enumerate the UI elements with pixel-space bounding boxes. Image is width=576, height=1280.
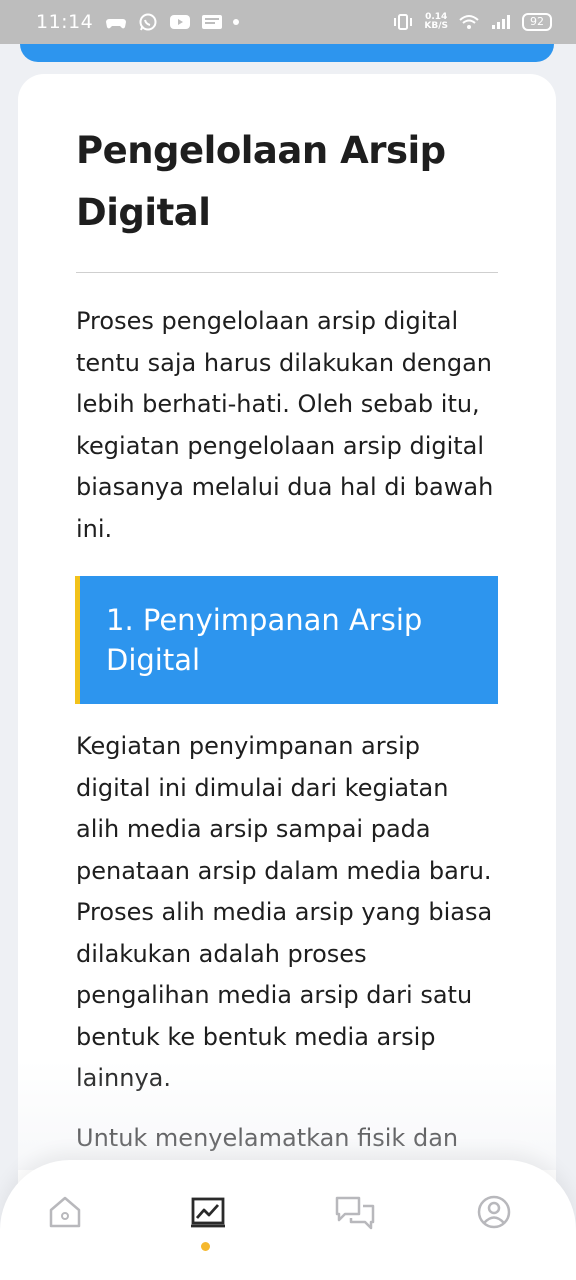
- intro-paragraph: Proses pengelolaan arsip digital tentu s…: [76, 307, 494, 543]
- profile-icon: [477, 1195, 511, 1229]
- article-card: Pengelolaan Arsip Digital Proses pengelo…: [18, 74, 556, 1254]
- whatsapp-icon: [139, 13, 157, 31]
- nav-profile[interactable]: [472, 1190, 516, 1234]
- notification-icons: [105, 13, 240, 31]
- status-time: 11:14: [36, 11, 94, 33]
- vibrate-icon: [394, 14, 413, 30]
- wifi-icon: [459, 15, 479, 29]
- news-icon: [202, 15, 223, 29]
- nav-chat[interactable]: [333, 1190, 377, 1234]
- section-heading-box: 1. Penyimpanan Arsip Digital: [75, 576, 498, 704]
- nav-chart[interactable]: [186, 1190, 230, 1234]
- signal-icon: [492, 15, 510, 29]
- active-indicator: [201, 1242, 210, 1251]
- dot-icon: [233, 19, 240, 25]
- home-icon: [49, 1196, 81, 1228]
- article-title: Pengelolaan Arsip Digital: [76, 129, 446, 234]
- status-right: 0.14 KB/S 92: [392, 13, 552, 31]
- section-paragraph: Kegiatan penyimpanan arsip digital ini d…: [76, 732, 493, 1092]
- net-speed-unit: KB/S: [424, 21, 448, 31]
- nav-home[interactable]: [43, 1190, 87, 1234]
- status-left: 11:14: [36, 11, 240, 33]
- game-controller-icon: [106, 19, 127, 29]
- youtube-icon: [170, 15, 191, 29]
- header-bar: [20, 44, 554, 62]
- status-bar: 11:14 0.14 KB/S 92: [0, 0, 576, 44]
- chat-icon: [335, 1196, 375, 1230]
- section-heading: 1. Penyimpanan Arsip Digital: [106, 603, 423, 677]
- chart-icon: [191, 1197, 225, 1228]
- net-speed: 0.14 KB/S: [424, 13, 448, 31]
- battery-icon: 92: [522, 13, 552, 31]
- bottom-nav: [0, 1160, 576, 1280]
- title-divider: [76, 272, 498, 273]
